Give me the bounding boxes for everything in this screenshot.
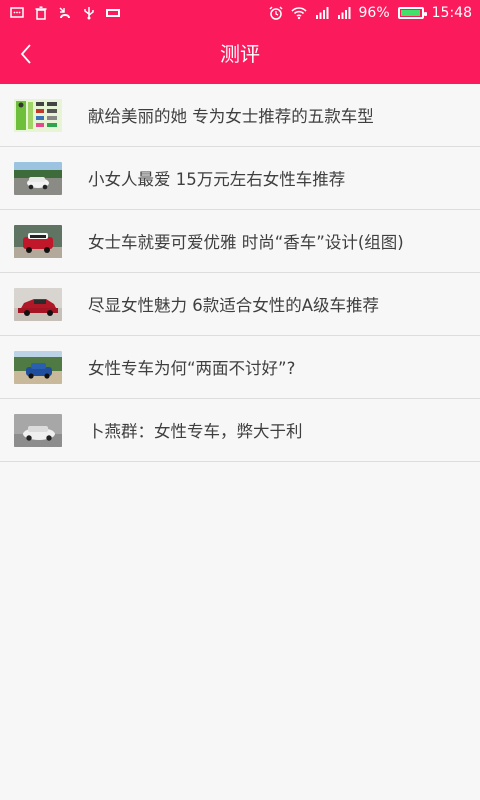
trash-icon (35, 6, 47, 20)
list-item[interactable]: 尽显女性魅力 6款适合女性的A级车推荐 (0, 273, 480, 336)
article-title: 献给美丽的她 专为女士推荐的五款车型 (88, 107, 374, 126)
article-thumbnail (14, 224, 62, 258)
article-thumbnail (14, 287, 62, 321)
missed-call-icon (59, 7, 70, 19)
app-header: 96% 15:48 测评 (0, 0, 480, 84)
signal-icon-2 (337, 7, 351, 19)
list-item[interactable]: 小女人最爱 15万元左右女性车推荐 (0, 147, 480, 210)
list-item[interactable]: 女性专车为何“两面不讨好”? (0, 336, 480, 399)
article-list: 献给美丽的她 专为女士推荐的五款车型 小女人最爱 15万元左右女性车推荐 女士车… (0, 84, 480, 462)
status-bar: 96% 15:48 (0, 0, 480, 28)
clock: 15:48 (431, 5, 472, 21)
page-title: 测评 (220, 42, 260, 66)
carrier-icon (106, 9, 120, 17)
battery-percent: 96% (358, 5, 390, 21)
list-item[interactable]: 卜燕群：女性专车，弊大于利 (0, 399, 480, 462)
wifi-icon (290, 7, 307, 20)
article-title: 女性专车为何“两面不讨好”? (88, 359, 296, 378)
battery-icon (397, 7, 427, 19)
list-item[interactable]: 献给美丽的她 专为女士推荐的五款车型 (0, 84, 480, 147)
status-left-icons (10, 6, 120, 20)
signal-icon (315, 7, 329, 19)
status-right-icons: 96% 15:48 (268, 5, 472, 21)
usb-icon (84, 7, 94, 20)
article-title: 小女人最爱 15万元左右女性车推荐 (88, 170, 346, 189)
article-thumbnail (14, 413, 62, 447)
list-item[interactable]: 女士车就要可爱优雅 时尚“香车”设计(组图) (0, 210, 480, 273)
article-thumbnail (14, 98, 62, 132)
alarm-icon (268, 6, 283, 20)
article-title: 女士车就要可爱优雅 时尚“香车”设计(组图) (88, 233, 404, 252)
article-title: 尽显女性魅力 6款适合女性的A级车推荐 (88, 296, 380, 315)
message-icon (10, 7, 24, 18)
article-thumbnail (14, 350, 62, 384)
article-title: 卜燕群：女性专车，弊大于利 (88, 422, 303, 441)
article-thumbnail (14, 161, 62, 195)
